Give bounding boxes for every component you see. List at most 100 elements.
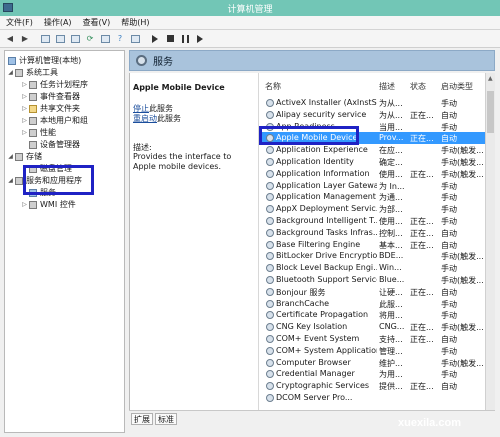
folder-up-icon[interactable] — [39, 33, 51, 45]
collapse-arrow-icon[interactable]: ◢ — [7, 177, 14, 184]
service-startup-type: 手动 — [441, 264, 457, 274]
scrollbar-thumb[interactable] — [487, 91, 494, 133]
show-action-pane-icon[interactable] — [129, 33, 141, 45]
service-row[interactable]: Application Layer Gatewa... 为 In... 手动 — [259, 180, 487, 192]
event-viewer-icon — [29, 92, 37, 101]
service-name: Application Layer Gatewa... — [276, 180, 377, 190]
service-row[interactable]: Block Level Backup Engi... Win... 手动 — [259, 262, 487, 274]
column-header-startup-type[interactable]: 启动类型 — [441, 81, 473, 95]
service-row[interactable]: Certificate Propagation 将用... 手动 — [259, 309, 487, 321]
service-name: Bonjour 服务 — [276, 287, 326, 297]
column-header-status[interactable]: 状态 — [410, 81, 426, 95]
expand-arrow-icon[interactable]: ▷ — [21, 93, 28, 100]
tree-node-system-tools[interactable]: ◢ 系统工具 — [7, 67, 58, 78]
service-row[interactable]: Application Experience 在应... 手动(触发... — [259, 144, 487, 156]
service-startup-type: 自动 — [441, 240, 457, 250]
tree-node-shared-folders[interactable]: ▷ 共享文件夹 — [21, 103, 80, 114]
tree-node-event-viewer[interactable]: ▷ 事件查看器 — [21, 91, 80, 102]
service-row[interactable]: CNG Key Isolation CNG... 正在... 手动(触发... — [259, 321, 487, 333]
service-row[interactable]: Application Management 为通... 手动 — [259, 191, 487, 203]
service-gear-icon — [266, 217, 274, 225]
service-gear-icon — [266, 335, 274, 343]
tab-extended[interactable]: 扩展 — [131, 413, 153, 425]
tree-node-device-manager[interactable]: 设备管理器 — [28, 139, 80, 150]
tree-label: 事件查看器 — [40, 92, 80, 101]
highlight-box-apple-service — [259, 126, 359, 145]
service-row[interactable]: Cryptographic Services 提供... 正在... 自动 — [259, 380, 487, 392]
service-name: Block Level Backup Engi... — [276, 263, 377, 273]
service-row[interactable]: COM+ System Application 管理... 手动 — [259, 345, 487, 357]
service-startup-type: 自动 — [441, 335, 457, 344]
scroll-up-arrow-icon[interactable]: ▲ — [488, 75, 493, 82]
expand-arrow-icon[interactable]: ▷ — [21, 129, 28, 136]
service-row[interactable]: Bluetooth Support Service Blue... 手动(触发... — [259, 274, 487, 286]
refresh-icon[interactable]: ⟳ — [84, 33, 96, 45]
service-startup-type: 自动 — [441, 110, 457, 120]
service-row[interactable]: Base Filtering Engine 基本... 正在... 自动 — [259, 239, 487, 251]
service-row[interactable]: Credential Manager 为用... 手动 — [259, 368, 487, 380]
menu-view[interactable]: 查看(V) — [83, 17, 111, 28]
service-status: 正在... — [410, 169, 434, 179]
service-name: COM+ System Application — [276, 345, 377, 355]
service-row[interactable]: Bonjour 服务 让硬... 正在... 自动 — [259, 286, 487, 298]
service-row[interactable]: BitLocker Drive Encryptio... BDE... 手动(触发.… — [259, 250, 487, 262]
collapse-arrow-icon[interactable]: ◢ — [7, 153, 14, 160]
restart-link-text[interactable]: 重启动 — [133, 114, 157, 123]
service-description: 确定... — [379, 158, 403, 167]
vertical-scrollbar[interactable]: ▲ — [485, 73, 495, 410]
expand-arrow-icon[interactable]: ▷ — [21, 201, 28, 208]
menu-help[interactable]: 帮助(H) — [121, 17, 149, 28]
service-row[interactable]: Background Tasks Infras... 控制... 正在... 自动 — [259, 227, 487, 239]
service-gear-icon — [266, 394, 274, 402]
service-row[interactable]: DCOM Server Pro... — [259, 392, 487, 404]
service-description: 使用... — [379, 169, 403, 179]
service-startup-type: 手动 — [441, 370, 457, 380]
service-status: 正在... — [410, 323, 434, 333]
service-row[interactable]: Background Intelligent T... 使用... 正在... 手动 — [259, 215, 487, 227]
pause-service-icon[interactable] — [179, 33, 191, 45]
column-header-description[interactable]: 描述 — [379, 81, 395, 95]
service-row[interactable]: Alipay security service 为从... 正在... 自动 — [259, 109, 487, 121]
service-row[interactable]: COM+ Event System 支持... 正在... 自动 — [259, 333, 487, 345]
collapse-arrow-icon[interactable]: ◢ — [7, 69, 14, 76]
back-icon[interactable]: ◀ — [4, 33, 16, 45]
tree-label: 设备管理器 — [40, 140, 80, 149]
service-row[interactable]: Computer Browser 维护... 手动(触发... — [259, 357, 487, 369]
service-row[interactable]: AppX Deployment Servic... 为部... 手动 — [259, 203, 487, 215]
start-service-icon[interactable] — [149, 33, 161, 45]
service-description: 为部... — [379, 205, 403, 215]
expand-arrow-icon[interactable]: ▷ — [21, 105, 28, 112]
forward-icon[interactable]: ▶ — [19, 33, 31, 45]
tree-node-storage[interactable]: ◢ 存储 — [7, 151, 42, 162]
tree-label: 共享文件夹 — [40, 104, 80, 113]
tree-node-performance[interactable]: ▷ 性能 — [21, 127, 56, 138]
column-header-name[interactable]: 名称 — [265, 81, 281, 95]
tab-standard[interactable]: 标准 — [155, 413, 177, 425]
export-list-icon[interactable] — [99, 33, 111, 45]
show-hide-tree-icon[interactable] — [54, 33, 66, 45]
stop-service-icon[interactable] — [164, 33, 176, 45]
service-row[interactable]: ActiveX Installer (AxInstSV) 为从... 手动 — [259, 97, 487, 109]
service-startup-type: 手动 — [441, 205, 457, 215]
menu-action[interactable]: 操作(A) — [44, 17, 72, 28]
menu-file[interactable]: 文件(F) — [6, 17, 33, 28]
service-status: 正在... — [410, 382, 434, 392]
restart-service-link[interactable]: 重启动此服务 — [133, 113, 181, 124]
service-description: 为从... — [379, 110, 403, 120]
service-row[interactable]: Application Identity 确定... 手动(触发... — [259, 156, 487, 168]
tree-node-task-scheduler[interactable]: ▷ 任务计划程序 — [21, 79, 88, 90]
properties-icon[interactable] — [69, 33, 81, 45]
tree-node-wmi[interactable]: ▷ WMI 控件 — [21, 199, 76, 210]
tree-node-root[interactable]: 计算机管理(本地) — [7, 55, 81, 66]
tree-label: 存储 — [26, 152, 42, 161]
service-row[interactable]: Application Information 使用... 正在... 手动(触发..… — [259, 168, 487, 180]
service-row[interactable]: BranchCache 此服... 手动 — [259, 298, 487, 310]
service-name: AppX Deployment Servic... — [276, 204, 377, 214]
expand-arrow-icon[interactable]: ▷ — [21, 117, 28, 124]
restart-service-icon[interactable] — [194, 33, 206, 45]
tree-node-local-users[interactable]: ▷ 本地用户和组 — [21, 115, 88, 126]
help-icon[interactable]: ? — [114, 33, 126, 45]
stop-link-text[interactable]: 停止 — [133, 104, 149, 113]
service-gear-icon — [266, 205, 274, 214]
expand-arrow-icon[interactable]: ▷ — [21, 81, 28, 88]
